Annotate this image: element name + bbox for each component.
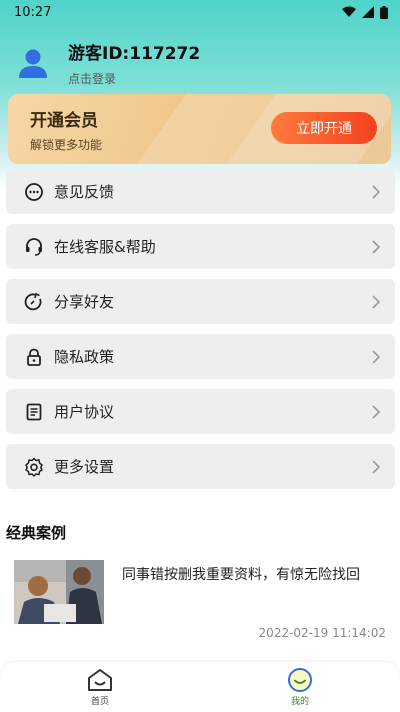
chevron-right-icon bbox=[372, 349, 381, 364]
tab-mine-label: 我的 bbox=[290, 696, 309, 707]
battery-icon bbox=[380, 5, 388, 19]
menu-item-label: 分享好友 bbox=[54, 293, 115, 311]
share-icon bbox=[24, 292, 44, 312]
case-thumbnail bbox=[14, 560, 104, 624]
menu-item-label: 意见反馈 bbox=[54, 183, 115, 201]
chevron-right-icon bbox=[372, 459, 381, 474]
menu-item-label: 在线客服&帮助 bbox=[54, 238, 156, 256]
status-time: 10:27 bbox=[14, 4, 52, 20]
login-link[interactable]: 点击登录 bbox=[68, 70, 200, 87]
status-icons bbox=[342, 5, 388, 19]
avatar[interactable] bbox=[14, 44, 52, 82]
menu-item-label: 隐私政策 bbox=[54, 348, 115, 366]
chevron-right-icon bbox=[372, 239, 381, 254]
menu-item-agreement[interactable]: 用户协议 bbox=[6, 389, 395, 434]
menu-item-label: 用户协议 bbox=[54, 403, 115, 421]
chevron-right-icon bbox=[372, 294, 381, 309]
tab-home[interactable]: 首页 bbox=[0, 662, 200, 712]
signal-icon bbox=[362, 6, 374, 18]
profile-name: 游客ID:117272 bbox=[68, 44, 201, 64]
bottom-nav: 首页 我的 bbox=[0, 662, 400, 712]
menu-item-feedback[interactable]: 意见反馈 bbox=[6, 169, 395, 214]
menu-item-share[interactable]: 分享好友 bbox=[6, 279, 395, 324]
menu-item-privacy[interactable]: 隐私政策 bbox=[6, 334, 395, 379]
lock-icon bbox=[24, 347, 44, 367]
open-vip-button[interactable]: 立即开通 bbox=[271, 112, 377, 144]
profile-icon bbox=[288, 667, 312, 692]
menu-item-support[interactable]: 在线客服&帮助 bbox=[6, 224, 395, 269]
profile-section[interactable]: 游客ID:117272 点击登录 bbox=[12, 40, 392, 86]
chevron-right-icon bbox=[372, 184, 381, 199]
cases-section-title: 经典案例 bbox=[6, 524, 67, 542]
status-bar: 10:27 bbox=[0, 0, 400, 24]
document-icon bbox=[24, 402, 44, 422]
vip-subtitle: 解锁更多功能 bbox=[30, 138, 103, 152]
gear-icon bbox=[24, 457, 44, 477]
tab-home-label: 首页 bbox=[90, 696, 109, 707]
tab-mine[interactable]: 我的 bbox=[200, 662, 400, 712]
vip-title: 开通会员 bbox=[30, 111, 98, 131]
user-icon bbox=[19, 49, 47, 78]
feedback-icon bbox=[24, 182, 44, 202]
menu-item-settings[interactable]: 更多设置 bbox=[6, 444, 395, 489]
menu-item-label: 更多设置 bbox=[54, 458, 115, 476]
chevron-right-icon bbox=[372, 404, 381, 419]
headset-icon bbox=[24, 237, 44, 257]
case-title: 同事错按删我重要资料，有惊无险找回 bbox=[122, 567, 360, 583]
home-icon bbox=[88, 668, 112, 691]
case-item[interactable]: 同事错按删我重要资料，有惊无险找回 2022-02-19 11:14:02 bbox=[6, 556, 394, 648]
wifi-icon bbox=[342, 6, 356, 17]
case-date: 2022-02-19 11:14:02 bbox=[258, 626, 386, 640]
vip-card[interactable]: 开通会员 解锁更多功能 立即开通 bbox=[8, 94, 391, 164]
